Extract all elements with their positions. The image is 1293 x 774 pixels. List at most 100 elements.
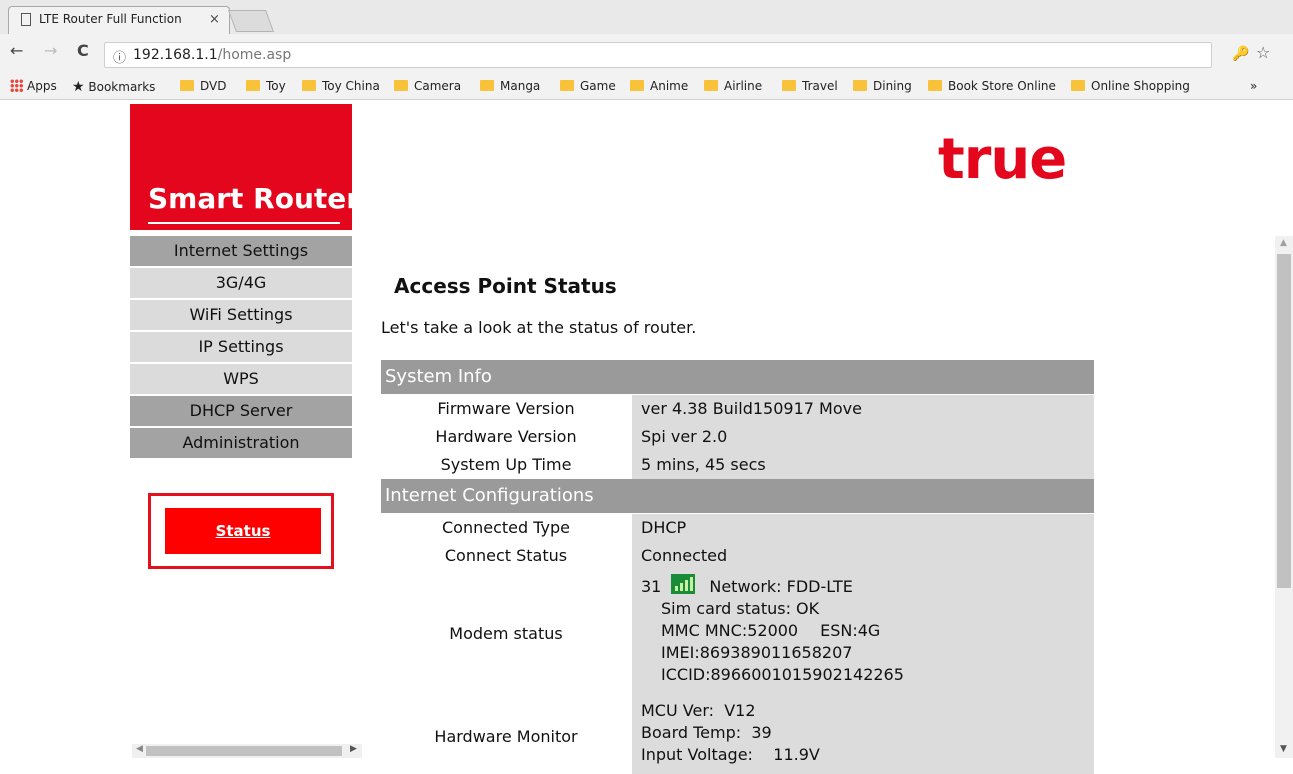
apps-label: Apps: [27, 79, 57, 93]
bookmark-folder[interactable]: DVD: [180, 79, 226, 93]
scroll-down-icon[interactable]: ▼: [1280, 744, 1287, 754]
bookmark-folder[interactable]: Online Shopping: [1071, 79, 1190, 93]
connect-status-label: Connect Status: [444, 546, 568, 565]
url-text: 192.168.1.1/home.asp: [133, 47, 291, 63]
bookmark-folder[interactable]: Travel: [782, 79, 838, 93]
section-header-internet: Internet Configurations: [381, 479, 1094, 514]
back-icon[interactable]: ←: [10, 41, 23, 60]
bookmark-folder[interactable]: Airline: [704, 79, 762, 93]
bookmarks-bar: Apps ★ Bookmarks DVD Toy Toy China Camer…: [0, 76, 1293, 100]
menu-ip-settings[interactable]: IP Settings: [130, 332, 352, 364]
folder-icon: [394, 80, 408, 91]
table-row: Hardware Monitor MCU Ver: V12 Board Temp…: [381, 698, 1094, 774]
input-voltage-value: 11.9V: [773, 745, 820, 764]
bookmark-folder[interactable]: Anime: [630, 79, 688, 93]
scroll-thumb[interactable]: [1277, 254, 1291, 588]
scroll-right-icon[interactable]: ▶: [350, 744, 357, 754]
smart-router-logo: Smart Router: [130, 104, 360, 230]
key-icon[interactable]: 🔑: [1232, 46, 1249, 62]
more-bookmarks-icon[interactable]: »: [1250, 79, 1257, 93]
folder-icon: [1071, 80, 1085, 91]
mmc-mnc: MMC MNC:52000: [661, 621, 799, 640]
folder-icon: [302, 80, 316, 91]
input-voltage-label: Input Voltage:: [641, 745, 753, 764]
new-tab-button[interactable]: [227, 10, 275, 32]
forward-icon[interactable]: →: [44, 41, 57, 60]
menu-3g4g[interactable]: 3G/4G: [130, 268, 352, 300]
connected-type-label: Connected Type: [442, 518, 570, 537]
table-row: Firmware Version ver 4.38 Build150917 Mo…: [381, 395, 1094, 423]
bookmark-folder[interactable]: Camera: [394, 79, 461, 93]
logo-underline: [148, 222, 340, 224]
apps-grid-icon: [10, 79, 23, 92]
signal-strength-icon: [671, 574, 696, 594]
menu-dhcp-server[interactable]: DHCP Server: [130, 396, 352, 428]
table-row: Connected Type DHCP: [381, 514, 1094, 542]
folder-label: Game: [580, 79, 616, 93]
bookmark-folder[interactable]: Toy China: [302, 79, 380, 93]
bookmark-folder[interactable]: Game: [560, 79, 616, 93]
browser-tab[interactable]: LTE Router Full Function ×: [8, 6, 230, 34]
tab-title: LTE Router Full Function: [39, 12, 182, 26]
menu-wifi-settings[interactable]: WiFi Settings: [130, 300, 352, 332]
bookmark-star-icon[interactable]: ☆: [1256, 43, 1270, 62]
menu-internet-settings[interactable]: Internet Settings: [130, 236, 352, 268]
scroll-thumb[interactable]: [146, 746, 342, 756]
iccid: ICCID:8966001015902142265: [661, 665, 904, 684]
status-button[interactable]: Status: [165, 508, 321, 554]
page-title: Access Point Status: [394, 274, 617, 298]
folder-icon: [928, 80, 942, 91]
status-highlight-box: Status: [148, 493, 334, 569]
hardware-monitor-label: Hardware Monitor: [434, 727, 578, 746]
folder-icon: [180, 80, 194, 91]
board-temp-label: Board Temp:: [641, 723, 742, 742]
bookmark-folder[interactable]: Manga: [480, 79, 540, 93]
mcu-value: V12: [724, 701, 756, 720]
scroll-up-icon[interactable]: ▲: [1280, 238, 1287, 248]
folder-label: Airline: [724, 79, 763, 93]
info-icon[interactable]: ⓘ: [113, 47, 126, 66]
true-brand-logo: true: [938, 127, 1067, 192]
folder-icon: [480, 80, 494, 91]
horizontal-scrollbar[interactable]: ◀ ▶: [132, 744, 362, 758]
section-header-system-info: System Info: [381, 360, 1094, 395]
imei: IMEI:869389011658207: [661, 643, 853, 662]
uptime-value: 5 mins, 45 secs: [632, 451, 1094, 479]
table-row: Connect Status Connected: [381, 542, 1094, 570]
bookmark-folder[interactable]: Dining: [853, 79, 912, 93]
firmware-label: Firmware Version: [437, 399, 575, 418]
intro-text: Let's take a look at the status of route…: [381, 318, 697, 337]
folder-label: Toy: [266, 79, 286, 93]
vertical-scrollbar[interactable]: ▲ ▼: [1275, 236, 1293, 758]
menu-wps[interactable]: WPS: [130, 364, 352, 396]
apps-shortcut[interactable]: Apps: [10, 79, 57, 93]
table-row: Modem status 31 Network: FDD-LTE Sim card…: [381, 570, 1094, 698]
address-bar[interactable]: ⓘ 192.168.1.1/home.asp: [104, 42, 1212, 68]
board-temp-value: 39: [751, 723, 772, 742]
uptime-label: System Up Time: [440, 455, 572, 474]
bookmark-folder[interactable]: Toy: [246, 79, 286, 93]
scroll-left-icon[interactable]: ◀: [136, 744, 143, 754]
mcu-label: MCU Ver:: [641, 701, 715, 720]
page-icon: [21, 13, 31, 26]
bookmarks-shortcut[interactable]: ★ Bookmarks: [72, 79, 155, 95]
folder-icon: [630, 80, 644, 91]
modem-status-value: 31 Network: FDD-LTE Sim card status: OK M…: [632, 570, 1094, 698]
menu-administration[interactable]: Administration: [130, 428, 352, 460]
connect-status-value: Connected: [632, 542, 1094, 570]
folder-label: Camera: [414, 79, 462, 93]
bookmark-folder[interactable]: Book Store Online: [928, 79, 1056, 93]
folder-icon: [246, 80, 260, 91]
folder-icon: [704, 80, 718, 91]
connected-type-value: DHCP: [632, 514, 1094, 542]
url-path: /home.asp: [217, 47, 292, 63]
signal-value: 31: [641, 577, 662, 596]
close-tab-icon[interactable]: ×: [209, 12, 220, 27]
folder-label: Book Store Online: [948, 79, 1056, 93]
table-row: Hardware Version Spi ver 2.0: [381, 423, 1094, 451]
input-voltage-line: Input Voltage: 11.9V: [641, 744, 1094, 766]
logo-text: Smart Router: [148, 182, 361, 215]
url-host: 192.168.1.1: [133, 47, 218, 63]
reload-icon[interactable]: C: [77, 41, 89, 60]
folder-label: Travel: [802, 79, 838, 93]
